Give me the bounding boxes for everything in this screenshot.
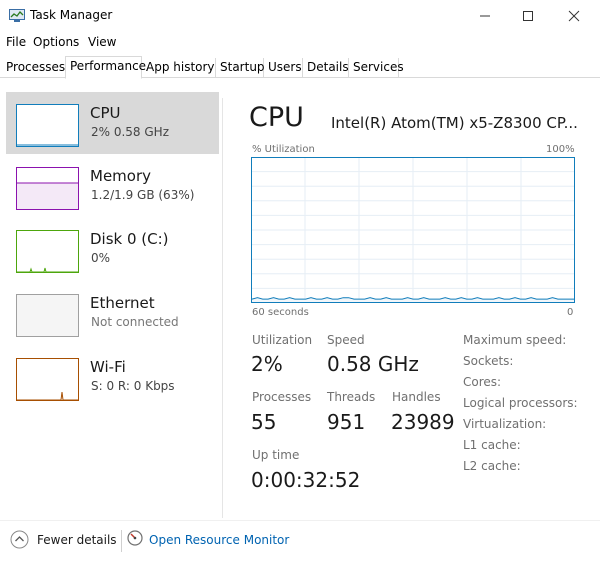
sidebar-item-ethernet[interactable]: Ethernet Not connected bbox=[6, 282, 219, 344]
uptime-value: 0:00:32:52 bbox=[251, 468, 361, 492]
sidebar-item-label: Disk 0 (C:) bbox=[90, 230, 169, 248]
utilization-value: 2% bbox=[251, 352, 283, 376]
maximize-button[interactable] bbox=[505, 0, 551, 32]
tab-services[interactable]: Services bbox=[349, 58, 404, 78]
cpu-utilization-graph bbox=[251, 157, 575, 303]
sidebar-item-label: Memory bbox=[90, 167, 152, 185]
tab-processes[interactable]: Processes bbox=[2, 58, 66, 78]
sidebar-item-detail: 1.2/1.9 GB (63%) bbox=[91, 188, 195, 202]
uptime-label: Up time bbox=[252, 448, 300, 462]
sidebar-item-detail: 0% bbox=[91, 251, 111, 265]
tab-startup[interactable]: Startup bbox=[216, 58, 265, 78]
tab-users[interactable]: Users bbox=[264, 58, 303, 78]
resource-monitor-icon[interactable] bbox=[127, 530, 143, 546]
page-title: CPU bbox=[249, 102, 304, 133]
spec-maximum-speed: Maximum speed: bbox=[463, 333, 567, 347]
sidebar-item-disk[interactable]: Disk 0 (C:) 0% bbox=[6, 218, 219, 280]
processes-label: Processes bbox=[252, 390, 312, 404]
tab-performance[interactable]: Performance bbox=[65, 56, 146, 79]
task-manager-app-icon bbox=[9, 9, 25, 22]
tab-app-history[interactable]: App history bbox=[142, 58, 216, 78]
processes-value: 55 bbox=[251, 410, 277, 434]
threads-value: 951 bbox=[327, 410, 366, 434]
minimize-button[interactable] bbox=[462, 0, 508, 32]
sidebar-item-wifi[interactable]: Wi-Fi S: 0 R: 0 Kbps bbox=[6, 346, 219, 408]
tab-details[interactable]: Details bbox=[303, 58, 349, 78]
handles-label: Handles bbox=[392, 390, 441, 404]
open-resource-monitor-link[interactable]: Open Resource Monitor bbox=[149, 533, 289, 547]
menu-options[interactable]: Options bbox=[33, 35, 79, 49]
cpu-model-name: Intel(R) Atom(TM) x5-Z8300 CP... bbox=[331, 114, 578, 132]
sidebar-item-detail: S: 0 R: 0 Kbps bbox=[91, 379, 175, 393]
memory-thumbnail-graph bbox=[16, 167, 79, 210]
title-bar: Task Manager bbox=[0, 0, 600, 32]
handles-value: 23989 bbox=[391, 410, 455, 434]
graph-y-label: % Utilization bbox=[252, 144, 315, 155]
menu-file[interactable]: File bbox=[6, 35, 26, 49]
utilization-label: Utilization bbox=[252, 333, 313, 347]
footer-divider bbox=[121, 530, 122, 552]
close-icon bbox=[568, 10, 580, 22]
spec-l1-cache: L1 cache: bbox=[463, 438, 521, 452]
spec-sockets: Sockets: bbox=[463, 354, 514, 368]
sidebar-item-label: CPU bbox=[90, 104, 121, 122]
cpu-thumbnail-graph bbox=[16, 104, 79, 147]
window-title: Task Manager bbox=[30, 8, 113, 22]
sidebar-divider bbox=[222, 98, 223, 518]
speed-label: Speed bbox=[327, 333, 365, 347]
speed-value: 0.58 GHz bbox=[327, 352, 419, 376]
wifi-thumbnail-graph bbox=[16, 358, 79, 401]
sidebar-item-label: Wi-Fi bbox=[90, 358, 126, 376]
chevron-up-circle-icon[interactable] bbox=[10, 530, 29, 549]
maximize-icon bbox=[523, 11, 533, 21]
spec-l2-cache: L2 cache: bbox=[463, 459, 521, 473]
sidebar-item-memory[interactable]: Memory 1.2/1.9 GB (63%) bbox=[6, 155, 219, 217]
spec-virtualization: Virtualization: bbox=[463, 417, 547, 431]
close-button[interactable] bbox=[551, 0, 597, 32]
sidebar-item-cpu[interactable]: CPU 2% 0.58 GHz bbox=[6, 92, 219, 154]
sidebar-item-detail: Not connected bbox=[91, 315, 179, 329]
tab-bar: Processes Performance App history Startu… bbox=[0, 56, 600, 79]
fewer-details-button[interactable]: Fewer details bbox=[37, 533, 117, 547]
graph-y-max-label: 100% bbox=[546, 144, 575, 155]
threads-label: Threads bbox=[327, 390, 376, 404]
sidebar-item-detail: 2% 0.58 GHz bbox=[91, 125, 170, 139]
sidebar-item-label: Ethernet bbox=[90, 294, 155, 312]
graph-x-min-label: 0 bbox=[567, 307, 574, 318]
ethernet-thumbnail-graph bbox=[16, 294, 79, 337]
minimize-icon bbox=[480, 15, 490, 17]
spec-logical-processors: Logical processors: bbox=[463, 396, 578, 410]
disk-thumbnail-graph bbox=[16, 230, 79, 273]
menu-view[interactable]: View bbox=[88, 35, 116, 49]
spec-cores: Cores: bbox=[463, 375, 502, 389]
menu-bar: File Options View bbox=[0, 33, 600, 53]
graph-x-label: 60 seconds bbox=[252, 307, 309, 318]
